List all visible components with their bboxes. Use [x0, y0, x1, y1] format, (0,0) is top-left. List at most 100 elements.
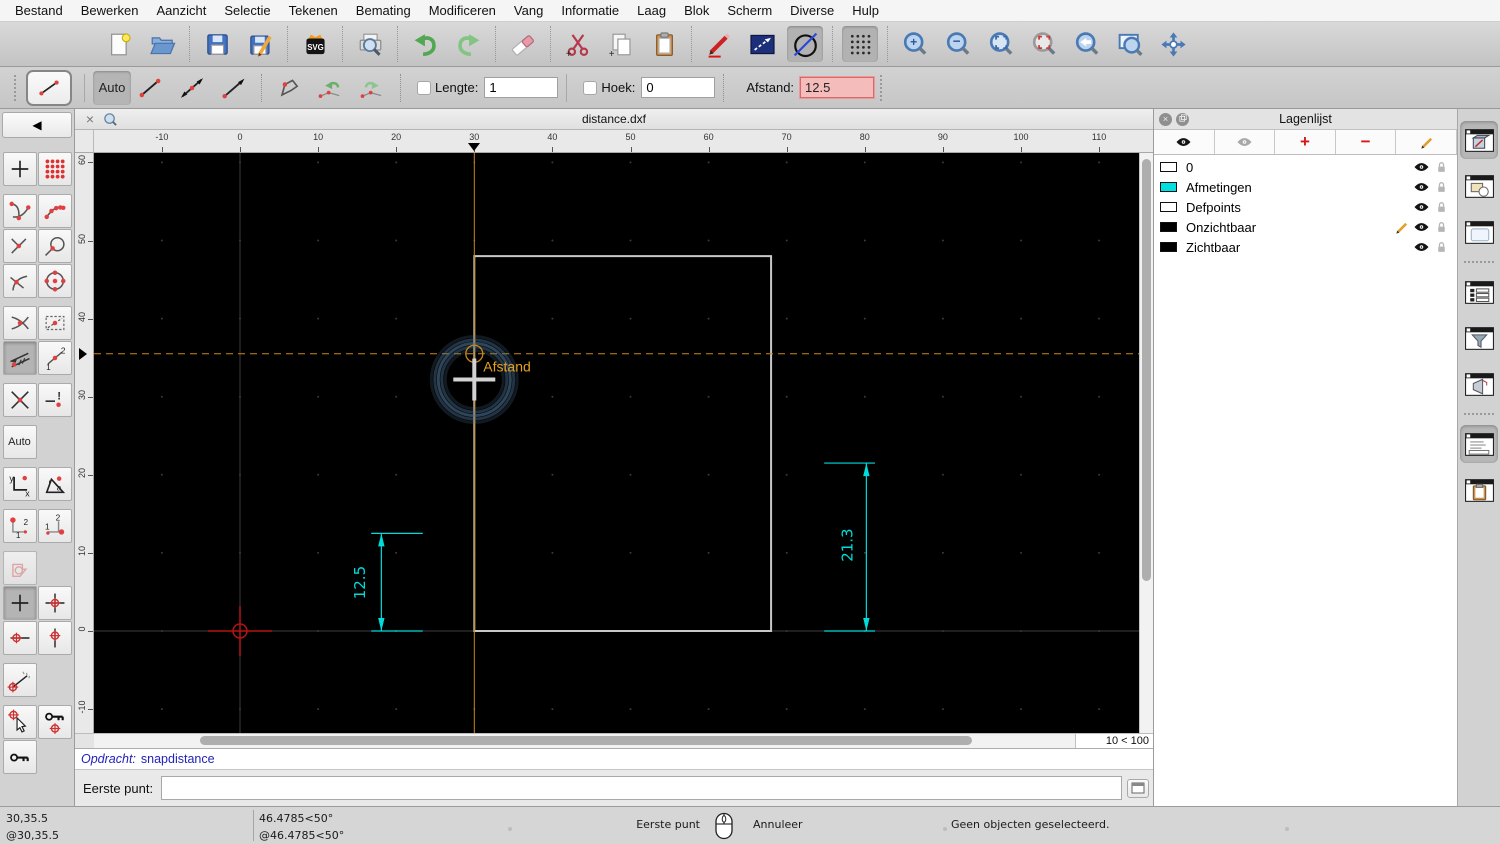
redo-segment-button[interactable]: [354, 71, 392, 105]
snap-perpendicular-button[interactable]: [2, 229, 37, 263]
menu-diverse[interactable]: Diverse: [781, 3, 843, 18]
layer-row[interactable]: Zichtbaar: [1154, 237, 1457, 257]
dimension-entity-12.5[interactable]: 12.5: [351, 532, 423, 632]
layer-visibility-toggle[interactable]: [1411, 220, 1431, 234]
menu-bewerken[interactable]: Bewerken: [72, 3, 148, 18]
undo-segment-button[interactable]: [312, 71, 350, 105]
pan-button[interactable]: [1155, 26, 1191, 62]
open-file-button[interactable]: [144, 26, 180, 62]
snap-forced-button[interactable]: !: [37, 383, 72, 417]
panel-property-editor-button[interactable]: [1460, 273, 1498, 311]
restrict-angle-button[interactable]: ra: [37, 467, 72, 501]
snap-middle-button[interactable]: 12: [37, 341, 72, 375]
menu-informatie[interactable]: Informatie: [552, 3, 628, 18]
snap-free-button[interactable]: [2, 152, 37, 186]
zoom-window-button[interactable]: [1112, 26, 1148, 62]
snap-x-intersection-button[interactable]: [2, 383, 37, 417]
vertical-scrollbar-thumb[interactable]: [1142, 159, 1151, 581]
zoom-out-button[interactable]: −: [940, 26, 976, 62]
draw-pencil-button[interactable]: [701, 26, 737, 62]
layer-row[interactable]: Afmetingen: [1154, 177, 1457, 197]
measure-distance-button[interactable]: [787, 26, 823, 62]
menu-tekenen[interactable]: Tekenen: [280, 3, 347, 18]
zoom-fit-button[interactable]: [1026, 26, 1062, 62]
zero-horizontal-button[interactable]: [2, 621, 37, 655]
polyline-button[interactable]: [270, 71, 308, 105]
snap-entity-point-button[interactable]: [37, 306, 72, 340]
auto-mode-button[interactable]: Auto: [93, 70, 131, 105]
panel-selection-filter-button[interactable]: [1460, 319, 1498, 357]
layer-lock-toggle[interactable]: [1431, 220, 1451, 234]
delete-eraser-button[interactable]: [505, 26, 541, 62]
new-file-button[interactable]: [101, 26, 137, 62]
layer-lock-toggle[interactable]: [1431, 200, 1451, 214]
horizontal-scrollbar[interactable]: [94, 734, 1075, 748]
close-panel-icon[interactable]: ×: [1159, 112, 1172, 126]
restrict-auto-button[interactable]: Auto: [2, 425, 37, 459]
relative-2-button[interactable]: 12: [37, 509, 72, 543]
menu-bemating[interactable]: Bemating: [347, 3, 420, 18]
zoom-previous-button[interactable]: [1069, 26, 1105, 62]
cut-button[interactable]: +: [560, 26, 596, 62]
redo-button[interactable]: [450, 26, 486, 62]
paste-button[interactable]: [646, 26, 682, 62]
edit-layer-button[interactable]: [1396, 130, 1457, 154]
hide-all-layers-button[interactable]: [1214, 130, 1276, 154]
horizontal-scrollbar-thumb[interactable]: [200, 736, 972, 745]
save-button[interactable]: [199, 26, 235, 62]
panel-command-trigger-button[interactable]: [1460, 365, 1498, 403]
remove-layer-button[interactable]: −: [1335, 130, 1397, 154]
command-input[interactable]: [161, 776, 1122, 800]
float-panel-icon[interactable]: [1176, 112, 1189, 126]
menu-vang[interactable]: Vang: [505, 3, 552, 18]
angle-input[interactable]: [641, 77, 716, 98]
relative-1-button[interactable]: 12: [2, 509, 37, 543]
menu-hulp[interactable]: Hulp: [843, 3, 888, 18]
snap-reference-button[interactable]: [37, 229, 72, 263]
panel-layer-list-button[interactable]: [1460, 121, 1498, 159]
back-button[interactable]: ◀: [2, 112, 72, 138]
vertical-scrollbar[interactable]: [1139, 153, 1153, 733]
menu-laag[interactable]: Laag: [628, 3, 675, 18]
panel-block-list-button[interactable]: [1460, 167, 1498, 205]
menu-bestand[interactable]: Bestand: [6, 3, 72, 18]
layer-row[interactable]: Onzichtbaar: [1154, 217, 1457, 237]
panel-clipboard-button[interactable]: [1460, 471, 1498, 509]
copy-button[interactable]: +: [603, 26, 639, 62]
dimension-tool-button[interactable]: [744, 26, 780, 62]
menu-selectie[interactable]: Selectie: [215, 3, 279, 18]
save-as-button[interactable]: [242, 26, 278, 62]
panel-view-list-button[interactable]: [1460, 213, 1498, 251]
length-checkbox[interactable]: [417, 80, 431, 95]
menu-aanzicht[interactable]: Aanzicht: [148, 3, 216, 18]
drawing-canvas[interactable]: 12.5 21.3 Afstand: [94, 153, 1139, 733]
distance-input[interactable]: [799, 76, 876, 99]
layer-visibility-toggle[interactable]: [1411, 240, 1431, 254]
layer-lock-toggle[interactable]: [1431, 160, 1451, 174]
angle-checkbox[interactable]: [583, 80, 598, 95]
add-layer-button[interactable]: +: [1275, 130, 1336, 154]
zoom-in-button[interactable]: +: [897, 26, 933, 62]
show-all-layers-button[interactable]: [1154, 130, 1215, 154]
restrict-orthogonal-button[interactable]: yx: [2, 467, 37, 501]
print-preview-button[interactable]: [352, 26, 388, 62]
zero-absolute-button[interactable]: [37, 586, 72, 620]
line-two-points-button[interactable]: [131, 71, 169, 105]
layer-visibility-toggle[interactable]: [1411, 180, 1431, 194]
line-bidirectional-button[interactable]: [173, 71, 211, 105]
layer-lock-toggle[interactable]: [1431, 240, 1451, 254]
grid-toggle-button[interactable]: [842, 26, 878, 62]
zero-vertical-button[interactable]: [37, 621, 72, 655]
menu-scherm[interactable]: Scherm: [718, 3, 781, 18]
snap-on-entity-button[interactable]: [37, 194, 72, 228]
zero-pick-button[interactable]: [2, 705, 37, 739]
dimension-entity-21.3[interactable]: 21.3: [824, 462, 875, 632]
command-history-toggle-button[interactable]: [1127, 778, 1149, 798]
layer-visibility-toggle[interactable]: [1411, 200, 1431, 214]
snap-tangential-button[interactable]: [2, 264, 37, 298]
panel-command-line-button[interactable]: [1460, 425, 1498, 463]
layer-visibility-toggle[interactable]: [1411, 160, 1431, 174]
zero-lock-button[interactable]: [37, 705, 72, 739]
current-tool-line-button[interactable]: [26, 69, 72, 106]
layer-row[interactable]: Defpoints: [1154, 197, 1457, 217]
